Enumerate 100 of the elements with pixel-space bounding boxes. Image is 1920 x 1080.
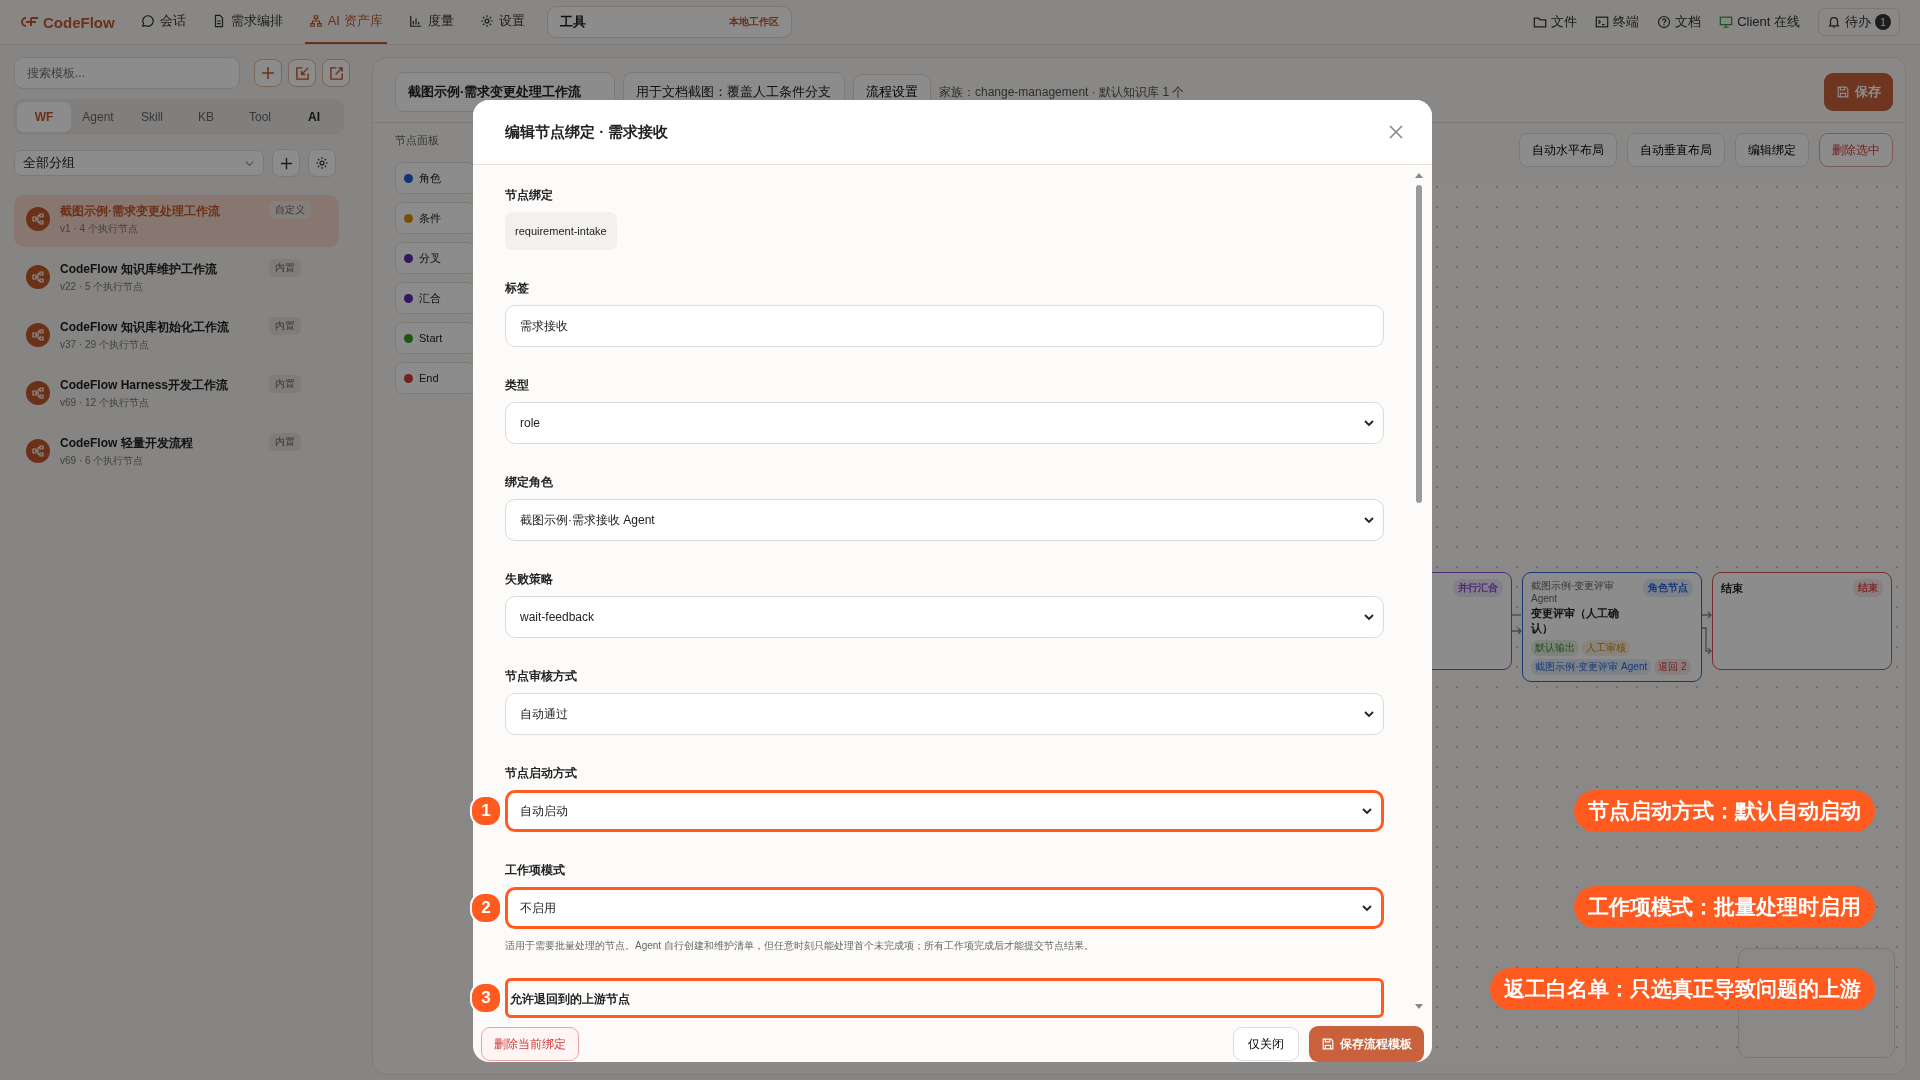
nav-tab[interactable]: 度量: [404, 0, 458, 44]
import-button[interactable]: [288, 59, 316, 87]
field-label: 节点启动方式: [505, 765, 578, 782]
field-label: 工作项模式: [505, 862, 566, 879]
step-number: 2: [470, 892, 502, 924]
template-name: CodeFlow 知识库初始化工作流: [60, 319, 229, 336]
save-icon: [1836, 85, 1850, 99]
binding-id-chip: requirement-intake: [505, 212, 617, 250]
save-button[interactable]: 保存: [1824, 73, 1893, 111]
workflow-icon: [26, 439, 50, 463]
save-icon: [1321, 1037, 1335, 1051]
select-field[interactable]: role: [505, 402, 1384, 444]
workspace-label: 本地工作区: [728, 15, 779, 29]
plus-icon: [278, 155, 294, 171]
workflow-icon: [26, 323, 50, 347]
folder-icon: [1533, 15, 1548, 29]
workflow-icon: [26, 207, 50, 231]
field-label: 类型: [505, 377, 530, 394]
nav-tab[interactable]: AI 资产库: [304, 0, 387, 44]
monitor-icon: [1719, 15, 1734, 29]
workflow-meta: 家族：change-management · 默认知识库 1 个: [939, 83, 1185, 101]
select-field[interactable]: wait-feedback: [505, 596, 1384, 638]
group-select[interactable]: 全部分组: [14, 150, 264, 176]
workflow-icon: [26, 381, 50, 405]
step-number: 3: [470, 982, 502, 1014]
flow-node[interactable]: 截图示例·变更评审 Agent 变更评审（人工确认） 角色节点 默认输出 人工审核 截图示例·变更评审 Agent 退回 2: [1522, 572, 1702, 682]
annotation-callout: 返工白名单：只选真正导致问题的上游: [1490, 968, 1875, 1010]
close-only-button[interactable]: 仅关闭: [1233, 1027, 1299, 1061]
toolbar-button[interactable]: 自动垂直布局: [1627, 133, 1725, 167]
palette-item[interactable]: 条件: [395, 202, 475, 234]
todo-count: 1: [1875, 14, 1891, 30]
chevron-down-icon: [1363, 514, 1375, 526]
nav-tab[interactable]: 设置: [475, 0, 529, 44]
nav-tab[interactable]: 需求编排: [207, 0, 287, 44]
export-icon: [328, 65, 344, 81]
step-number: 1: [470, 795, 502, 827]
connector-arrow: [1702, 627, 1712, 655]
select-field[interactable]: 截图示例·需求接收 Agent: [505, 499, 1384, 541]
library-tab[interactable]: Skill: [125, 102, 179, 132]
library-tab[interactable]: WF: [17, 102, 71, 132]
top-link[interactable]: 文件: [1533, 13, 1578, 31]
template-name: CodeFlow 知识库维护工作流: [60, 261, 217, 278]
top-link[interactable]: Client 在线: [1719, 13, 1800, 31]
template-name: CodeFlow 轻量开发流程: [60, 435, 193, 452]
todo-button[interactable]: 待办 1: [1818, 8, 1900, 36]
search-field[interactable]: 搜索模板...: [14, 57, 240, 89]
top-link[interactable]: 终端: [1595, 13, 1640, 31]
library-tab[interactable]: KB: [179, 102, 233, 132]
app-logo: CodeFlow: [43, 13, 115, 31]
chevron-down-icon: [1361, 805, 1373, 817]
save-template-button[interactable]: 保存流程模板: [1309, 1026, 1424, 1062]
node-title: 结束: [1721, 581, 1744, 596]
library-tab[interactable]: AI: [287, 102, 341, 132]
dialog-title: 编辑节点绑定 · 需求接收: [505, 122, 669, 142]
palette-item[interactable]: End: [395, 362, 475, 394]
add-group-button[interactable]: [272, 149, 300, 177]
toolbar-button[interactable]: 编辑绑定: [1735, 133, 1809, 167]
delete-binding-button[interactable]: 删除当前绑定: [481, 1027, 579, 1061]
template-name: 截图示例·需求变更处理工作流: [60, 203, 220, 220]
palette-title: 节点面板: [395, 133, 440, 148]
top-link[interactable]: 文档: [1657, 13, 1702, 31]
nav-tab[interactable]: 会话: [136, 0, 190, 44]
scrollbar[interactable]: [1414, 171, 1424, 1011]
template-name: CodeFlow Harness开发工作流: [60, 377, 229, 394]
field-label: 失败策略: [505, 571, 554, 588]
chevron-down-icon: [1363, 708, 1375, 720]
palette-item[interactable]: 分叉: [395, 242, 475, 274]
template-tag: 自定义: [269, 201, 311, 219]
flow-node[interactable]: 结束 结束: [1712, 572, 1892, 670]
field-label: 绑定角色: [505, 474, 554, 491]
connector-arrow: [1512, 627, 1522, 635]
library-tab[interactable]: Agent: [71, 102, 125, 132]
library-tab[interactable]: Tool: [233, 102, 287, 132]
toolbar-button[interactable]: 自动水平布局: [1519, 133, 1617, 167]
settings-icon: [479, 14, 494, 28]
toolbar-button[interactable]: 删除选中: [1819, 133, 1893, 167]
export-button[interactable]: [322, 59, 350, 87]
group-settings-button[interactable]: [308, 149, 336, 177]
bell-icon: [1827, 15, 1841, 29]
connector-line: [1512, 611, 1522, 619]
add-button[interactable]: [254, 59, 282, 87]
plus-icon: [260, 65, 276, 81]
field-label: 节点绑定: [505, 187, 554, 204]
palette-item[interactable]: 角色: [395, 162, 475, 194]
text-field[interactable]: 需求接收: [505, 305, 1384, 347]
node-title: 变更评审（人工确认）: [1531, 606, 1620, 636]
annotation-callout: 工作项模式：批量处理时启用: [1574, 886, 1875, 928]
connector-arrow: [1702, 611, 1712, 619]
field-label: 节点审核方式: [505, 668, 578, 685]
help-text: 适用于需要批量处理的节点。Agent 自行创建和维护清单，但任意时刻只能处理首个未完成项；所有工作项完成后才能提交节点结果。: [505, 939, 1095, 953]
chevron-down-icon: [1363, 611, 1375, 623]
import-icon: [294, 65, 310, 81]
terminal-icon: [1595, 15, 1610, 29]
select-field[interactable]: 自动通过: [505, 693, 1384, 735]
field-label: 允许退回到的上游节点: [510, 992, 630, 1006]
bar-chart-icon: [408, 14, 423, 28]
workspace-field[interactable]: 工具 本地工作区: [546, 6, 792, 38]
palette-item[interactable]: 汇合: [395, 282, 475, 314]
palette-item[interactable]: Start: [395, 322, 475, 354]
chat-icon: [140, 14, 155, 28]
